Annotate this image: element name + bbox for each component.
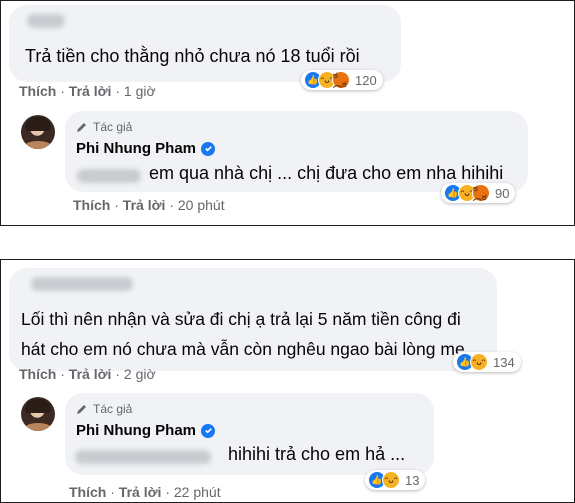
reaction-summary[interactable]: 👍 ᵔᴗᵔ 134 <box>453 352 521 372</box>
reply-actions: Thích · Trả lời · 22 phút <box>69 484 221 500</box>
comment-text: Trả tiền cho thằng nhỏ chưa nó 18 tuổi r… <box>25 46 360 66</box>
comment-screenshot-2: Lối thì nên nhận và sửa đi chị ạ trả lại… <box>0 259 575 503</box>
angry-icon: ಠ︵ಠ <box>332 71 350 89</box>
reply-link[interactable]: Trả lời <box>69 83 112 99</box>
like-link[interactable]: Thích <box>19 83 56 99</box>
redacted-tagged-name <box>75 450 211 464</box>
angry-icon: ಠ︵ಠ <box>472 184 490 202</box>
reaction-count: 90 <box>495 185 510 201</box>
reply-time[interactable]: 20 phút <box>178 197 225 213</box>
verified-badge-icon <box>201 423 215 438</box>
pencil-icon <box>77 123 86 132</box>
reaction-count: 134 <box>493 354 515 370</box>
pencil-icon <box>77 405 86 414</box>
comment-actions: Thích · Trả lời · 1 giờ <box>19 83 156 99</box>
redacted-commenter-name <box>27 14 65 28</box>
author-avatar[interactable] <box>21 397 55 431</box>
comment-text-line-2: hát cho em nó chưa mà vẫn còn nghêu ngao… <box>21 339 465 359</box>
reply-link[interactable]: Trả lời <box>123 197 166 213</box>
author-tag-label: Tác giả <box>93 120 133 134</box>
reply-link[interactable]: Trả lời <box>119 484 162 500</box>
reaction-count: 120 <box>355 72 377 88</box>
comment-time[interactable]: 2 giờ <box>124 366 156 382</box>
reaction-summary[interactable]: 👍 ᵔᴗᵔ 13 <box>365 470 426 490</box>
author-tag: Tác giả <box>76 402 132 416</box>
author-name-text: Phi Nhung Pham <box>76 422 196 439</box>
reaction-summary[interactable]: 👍 ᵔᴗᵔ ಠ︵ಠ 120 <box>301 70 383 90</box>
comment-actions: Thích · Trả lời · 2 giờ <box>19 366 156 382</box>
author-name-text: Phi Nhung Pham <box>76 140 196 157</box>
author-name[interactable]: Phi Nhung Pham <box>76 140 215 157</box>
reaction-summary[interactable]: 👍 ᵔᴗᵔ ಠ︵ಠ 90 <box>441 183 516 203</box>
reply-text: em qua nhà chị ... chị đưa cho em nha hi… <box>149 163 504 183</box>
like-link[interactable]: Thích <box>19 366 56 382</box>
reaction-count: 13 <box>405 472 420 488</box>
haha-icon: ᵔᴗᵔ <box>470 353 488 371</box>
like-link[interactable]: Thích <box>73 197 110 213</box>
verified-badge-icon <box>201 141 215 156</box>
author-name[interactable]: Phi Nhung Pham <box>76 422 215 439</box>
reply-bubble: Tác giả Phi Nhung Pham em qua nhà chị ..… <box>65 111 528 192</box>
author-tag-label: Tác giả <box>93 402 133 416</box>
redacted-commenter-name <box>31 277 133 291</box>
like-link[interactable]: Thích <box>69 484 106 500</box>
comment-text-line-1: Lối thì nên nhận và sửa đi chị ạ trả lại… <box>21 309 461 329</box>
haha-icon: ᵔᴗᵔ <box>382 471 400 489</box>
comment-screenshot-1: Trả tiền cho thằng nhỏ chưa nó 18 tuổi r… <box>0 0 575 226</box>
redacted-tagged-name <box>77 169 141 183</box>
reply-bubble: Tác giả Phi Nhung Pham hihihi trả cho em… <box>65 393 434 475</box>
author-tag: Tác giả <box>76 120 132 134</box>
reply-actions: Thích · Trả lời · 20 phút <box>73 197 225 213</box>
author-avatar[interactable] <box>21 115 55 149</box>
reply-link[interactable]: Trả lời <box>69 366 112 382</box>
comment-bubble: Lối thì nên nhận và sửa đi chị ạ trả lại… <box>9 268 497 371</box>
reply-time[interactable]: 22 phút <box>174 484 221 500</box>
comment-time[interactable]: 1 giờ <box>124 83 156 99</box>
reply-text: hihihi trả cho em hả ... <box>228 444 406 464</box>
